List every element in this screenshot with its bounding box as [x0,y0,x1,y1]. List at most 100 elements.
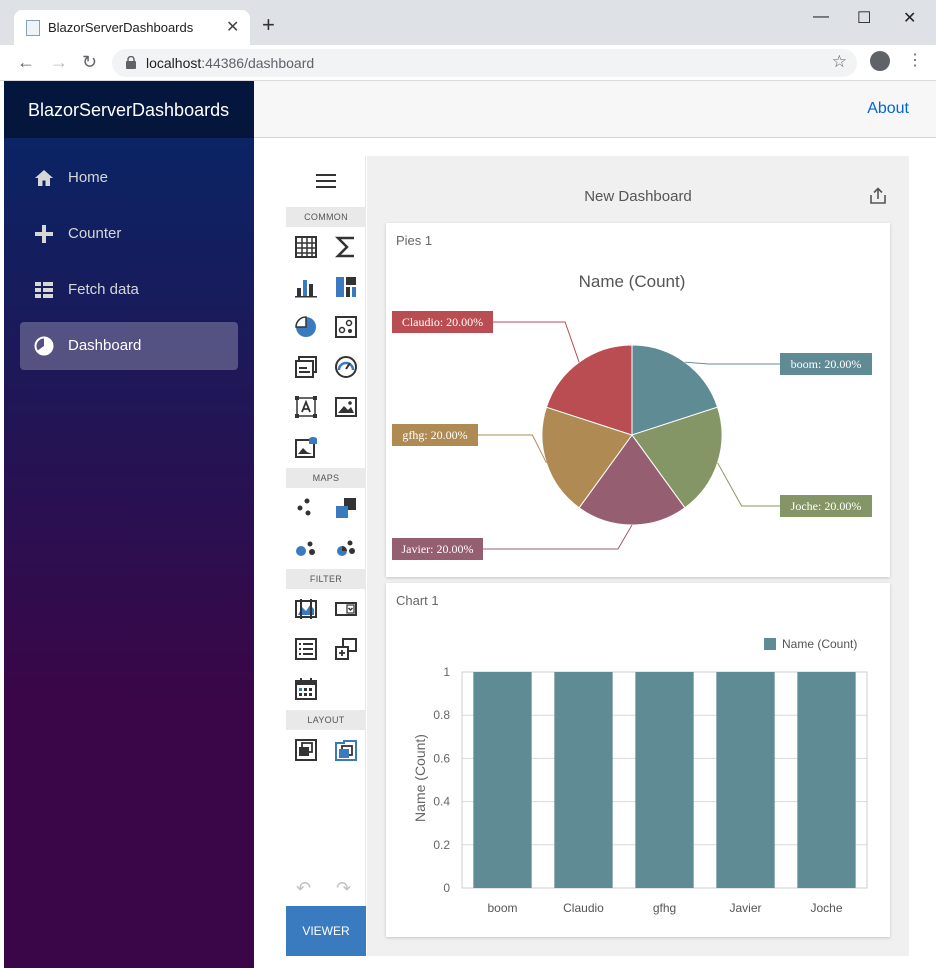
brand-title[interactable]: BlazorServerDashboards [28,100,229,121]
tab-strip: BlazorServerDashboards ✕ + — ☐ ✕ [0,0,936,45]
nav-item-dashboard[interactable]: Dashboard [20,322,238,370]
combo-box-icon[interactable] [334,597,358,621]
new-tab-icon[interactable]: + [262,14,275,36]
viewer-button[interactable]: VIEWER [286,906,366,956]
y-tick-label: 0.8 [433,708,450,722]
section-maps: MAPS [286,468,366,488]
list-box-icon[interactable] [294,637,318,661]
browser-tab[interactable]: BlazorServerDashboards ✕ [14,10,250,45]
reload-icon[interactable]: ↻ [82,52,97,72]
pie-chart: Name (Count) boom: 20.00% Joche: 20.00% Ja… [392,272,872,560]
nav-item-counter[interactable]: Counter [20,210,238,258]
pie-card[interactable]: Pies 1 Name (Count) boom: 20.00% Joche: 2… [386,223,890,577]
pie-connector-gfhg [478,434,547,464]
pie-chart-icon[interactable] [294,315,318,339]
x-tick-label: Joche [810,901,842,915]
undo-icon[interactable]: ↶ [296,878,311,899]
nav-item-home[interactable]: Home [20,154,238,202]
y-tick-label: 0.4 [433,795,450,809]
pie-label-boom[interactable]: boom: 20.00% [791,357,862,371]
tree-view-icon[interactable] [334,637,358,661]
cards-icon[interactable] [294,355,318,379]
about-link[interactable]: About [867,100,909,118]
dashboard-title[interactable]: New Dashboard [367,188,909,205]
legend-swatch [764,638,776,650]
y-tick-label: 0.2 [433,838,450,852]
pie-label-gfhg[interactable]: gfhg: 20.00% [402,428,467,442]
image-icon[interactable] [334,395,358,419]
sidebar: BlazorServerDashboards Home Counter Fetc… [4,81,254,968]
legend-label[interactable]: Name (Count) [782,637,857,651]
tab-container-icon[interactable] [334,738,358,762]
redo-icon[interactable]: ↷ [336,878,351,899]
bubble-map-icon[interactable] [294,536,318,560]
pie-label-joche[interactable]: Joche: 20.00% [791,499,862,513]
y-tick-label: 0 [443,881,450,895]
bar-gfhg[interactable] [635,672,694,888]
lock-icon [126,56,136,69]
bound-image-icon[interactable] [294,435,318,459]
section-common: COMMON [286,207,366,227]
treemap-icon[interactable] [334,275,358,299]
bar-javier[interactable] [716,672,775,888]
gauge-icon[interactable] [334,355,358,379]
y-tick-label: 0.6 [433,751,450,765]
address-bar[interactable]: localhost:44386/dashboard ☆ [112,49,857,77]
sigma-icon[interactable] [334,235,358,259]
y-axis-title: Name (Count) [412,734,428,822]
grid-icon[interactable] [294,235,318,259]
pie-connector-claudio [493,321,580,363]
pie-label-claudio[interactable]: Claudio: 20.00% [402,315,483,329]
bar-joche[interactable] [797,672,856,888]
range-filter-icon[interactable] [294,597,318,621]
bar-chart-icon[interactable] [294,275,318,299]
pie-connector-javier [483,524,633,550]
plus-icon [35,225,53,243]
back-icon[interactable]: ← [17,52,35,72]
minimize-icon[interactable]: — [813,8,829,26]
bar-card[interactable]: Chart 1 0 0.2 0.4 0.6 0.8 1 boom Claudio gfhg Jav… [386,583,890,937]
maximize-icon[interactable]: ☐ [857,8,871,28]
url-path: :44386/dashboard [201,55,315,71]
browser-menu-icon[interactable]: ⋮ [907,51,923,71]
x-tick-label: gfhg [653,901,676,915]
choropleth-icon[interactable] [334,496,358,520]
url-text: localhost:44386/dashboard [146,55,314,71]
nav-label: Counter [68,225,122,242]
page-icon [26,20,40,36]
close-window-icon[interactable]: ✕ [903,8,916,28]
x-tick-label: Claudio [563,901,604,915]
nav-label: Dashboard [68,337,142,354]
x-tick-label: boom [487,901,517,915]
brand-bar: BlazorServerDashboards [4,81,254,138]
bookmark-star-icon[interactable]: ☆ [832,52,847,72]
pie-chart-title: Name (Count) [579,272,686,291]
forward-icon[interactable]: → [50,52,68,72]
export-icon[interactable] [869,187,887,205]
scatter-icon[interactable] [334,315,358,339]
x-tick-label: Javier [729,901,761,915]
menu-icon[interactable] [316,174,336,188]
pie-map-icon[interactable] [334,536,358,560]
date-filter-icon[interactable] [294,677,318,701]
profile-avatar-icon[interactable] [870,51,890,71]
group-icon[interactable] [294,738,318,762]
nav-label: Fetch data [68,281,139,298]
pie-connector-joche [717,462,780,507]
close-tab-icon[interactable]: ✕ [226,17,239,37]
pie-label-javier[interactable]: Javier: 20.00% [402,542,474,556]
section-filter: FILTER [286,569,366,589]
top-row: About [254,81,936,138]
nav-item-fetch-data[interactable]: Fetch data [20,266,238,314]
section-layout: LAYOUT [286,710,366,730]
url-host: localhost [146,55,202,71]
dashboard-surface: New Dashboard Pies 1 Name (Count) boom: … [367,156,909,956]
nav-label: Home [68,169,109,186]
browser-window: BlazorServerDashboards ✕ + — ☐ ✕ ← → ↻ l… [0,0,936,968]
browser-toolbar: ← → ↻ localhost:44386/dashboard ☆ ⋮ [0,45,936,81]
home-icon [35,170,53,186]
bar-claudio[interactable] [554,672,613,888]
text-box-icon[interactable] [294,395,318,419]
bar-boom[interactable] [473,672,532,888]
geo-points-icon[interactable] [294,496,318,520]
